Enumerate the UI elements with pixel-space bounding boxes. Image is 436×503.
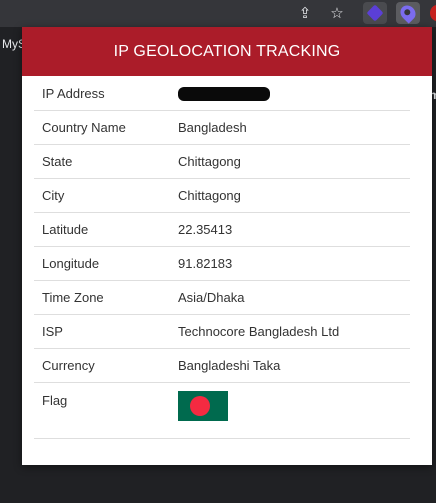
ip-geolocation-extension-icon[interactable]: [396, 2, 420, 24]
table-row: Currency Bangladeshi Taka: [34, 348, 410, 383]
longitude-value: 91.82183: [178, 246, 410, 281]
ip-address-value: [178, 77, 410, 111]
table-row: IP Address: [34, 77, 410, 111]
table-row: Latitude 22.35413: [34, 212, 410, 247]
location-pin-icon: [397, 2, 419, 24]
time-zone-value: Asia/Dhaka: [178, 280, 410, 315]
profile-avatar-icon[interactable]: [430, 5, 436, 21]
extension-diamond-icon: [366, 4, 384, 22]
extension-popup: IP GEOLOCATION TRACKING IP Address Count…: [22, 27, 432, 465]
country-name-value: Bangladesh: [178, 110, 410, 145]
currency-label: Currency: [34, 348, 178, 383]
city-value: Chittagong: [178, 178, 410, 213]
redacted-ip-mark: [178, 87, 270, 102]
table-row: City Chittagong: [34, 178, 410, 213]
flag-red-disc: [190, 396, 210, 416]
extension-icon[interactable]: [363, 2, 387, 24]
isp-label: ISP: [34, 314, 178, 349]
ip-address-label: IP Address: [34, 77, 178, 111]
bangladesh-flag-icon: [178, 391, 228, 421]
longitude-label: Longitude: [34, 246, 178, 281]
bookmark-star-icon[interactable]: ☆: [326, 2, 348, 24]
currency-value: Bangladeshi Taka: [178, 348, 410, 383]
share-icon[interactable]: ⇪: [294, 2, 316, 24]
country-name-label: Country Name: [34, 110, 178, 145]
table-row: State Chittagong: [34, 144, 410, 179]
table-row: Flag: [34, 382, 410, 439]
popup-header: IP GEOLOCATION TRACKING: [22, 27, 432, 76]
flag-value: [178, 382, 410, 439]
city-label: City: [34, 178, 178, 213]
table-row: Longitude 91.82183: [34, 246, 410, 281]
browser-toolbar: ⇪ ☆: [0, 0, 436, 27]
table-row: Time Zone Asia/Dhaka: [34, 280, 410, 315]
flag-label: Flag: [34, 382, 178, 439]
latitude-label: Latitude: [34, 212, 178, 247]
popup-title: IP GEOLOCATION TRACKING: [113, 42, 341, 60]
table-row: Country Name Bangladesh: [34, 110, 410, 145]
geolocation-table: IP Address Country Name Bangladesh State…: [34, 77, 410, 439]
latitude-value: 22.35413: [178, 212, 410, 247]
state-value: Chittagong: [178, 144, 410, 179]
isp-value: Technocore Bangladesh Ltd: [178, 314, 410, 349]
time-zone-label: Time Zone: [34, 280, 178, 315]
state-label: State: [34, 144, 178, 179]
table-row: ISP Technocore Bangladesh Ltd: [34, 314, 410, 349]
